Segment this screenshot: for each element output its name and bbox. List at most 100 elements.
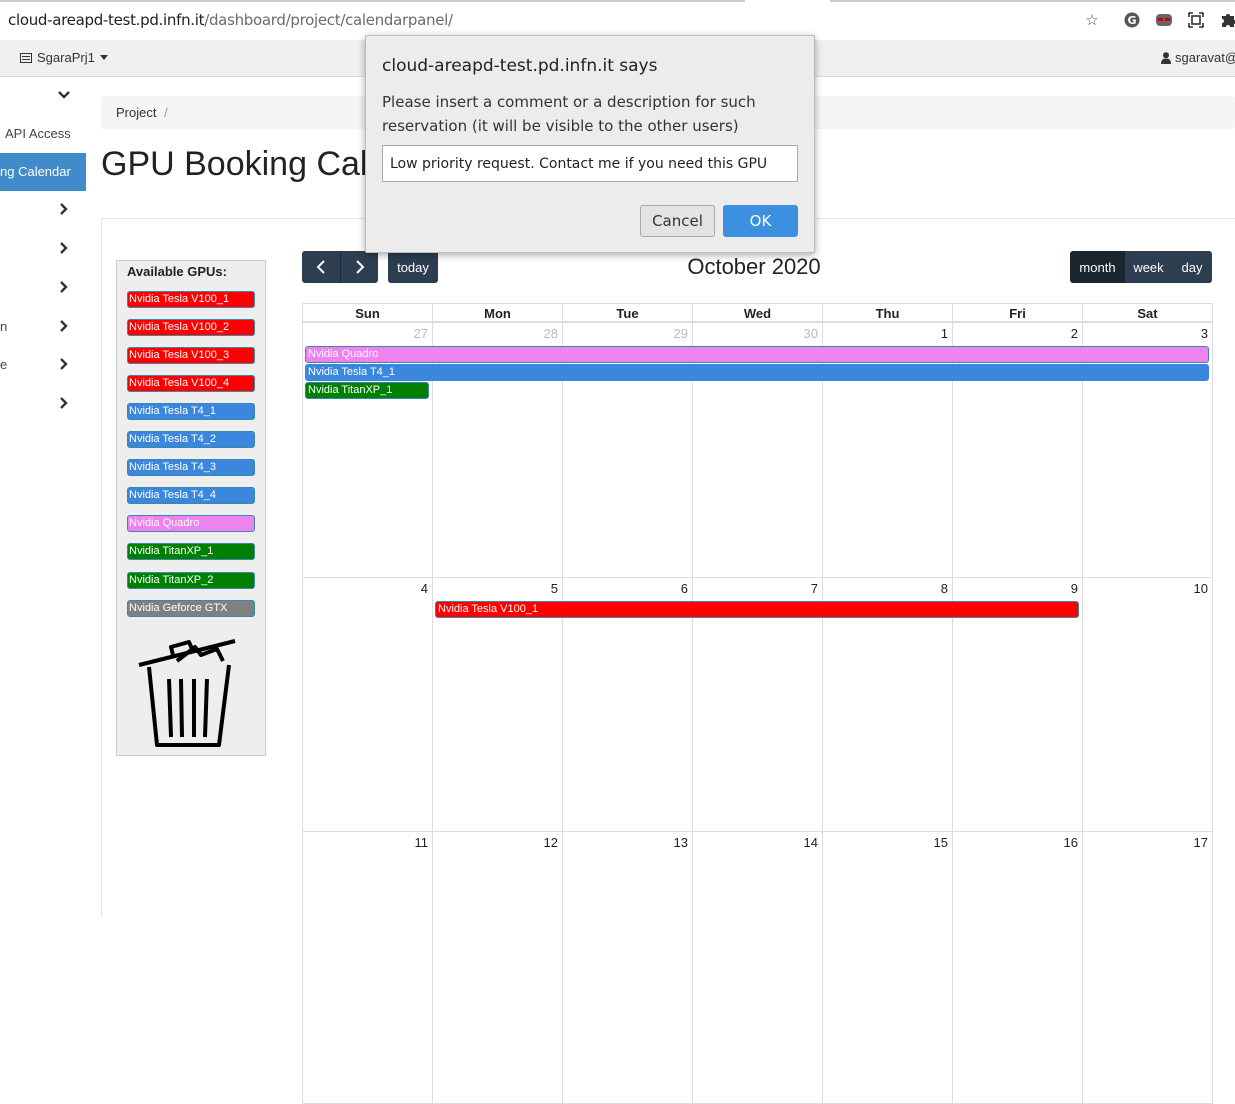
comment-input[interactable] xyxy=(382,145,798,182)
sidebar-item-section[interactable] xyxy=(0,191,86,229)
next-month-button[interactable] xyxy=(340,251,378,283)
day-number: 5 xyxy=(550,581,558,596)
tab-edge xyxy=(830,0,1235,2)
weekday-header: Mon xyxy=(432,303,563,322)
gpu-item[interactable]: Nvidia Geforce GTX xyxy=(127,600,255,617)
svg-text:G: G xyxy=(1127,14,1136,27)
day-cell[interactable]: 11 xyxy=(302,831,433,1104)
reservation-event[interactable]: Nvidia Tesla T4_1 xyxy=(305,364,1209,381)
day-number: 29 xyxy=(673,326,688,341)
gpu-item[interactable]: Nvidia Tesla T4_2 xyxy=(127,431,255,448)
gpu-item[interactable]: Nvidia Tesla T4_1 xyxy=(127,403,255,420)
day-cell[interactable]: 14 xyxy=(692,831,823,1104)
weekday-header: Fri xyxy=(952,303,1083,322)
gpu-item[interactable]: Nvidia Tesla T4_4 xyxy=(127,487,255,504)
project-list-icon xyxy=(20,52,32,63)
gpu-item[interactable]: Nvidia Tesla V100_2 xyxy=(127,319,255,336)
extension-g-icon[interactable]: G xyxy=(1122,10,1142,30)
ok-button[interactable]: OK xyxy=(723,205,798,237)
chevron-right-icon xyxy=(60,358,68,370)
trash-icon[interactable] xyxy=(137,639,241,751)
available-gpus-title: Available GPUs: xyxy=(127,264,227,279)
day-number: 4 xyxy=(420,581,428,596)
day-number: 6 xyxy=(680,581,688,596)
project-name: SgaraPrj1 xyxy=(37,50,95,65)
sidebar-item-section[interactable]: e xyxy=(0,346,86,384)
day-number: 15 xyxy=(933,835,948,850)
reservation-event[interactable]: Nvidia TitanXP_1 xyxy=(305,382,429,399)
day-cell[interactable]: 12 xyxy=(432,831,563,1104)
incognito-extension-icon[interactable] xyxy=(1154,10,1174,30)
gpu-item[interactable]: Nvidia Tesla T4_3 xyxy=(127,459,255,476)
user-menu[interactable]: sgaravat@ xyxy=(1161,50,1235,65)
view-week-button[interactable]: week xyxy=(1125,251,1172,283)
day-number: 28 xyxy=(543,326,558,341)
day-number: 3 xyxy=(1200,326,1208,341)
cancel-button[interactable]: Cancel xyxy=(640,205,715,237)
address-bar[interactable]: cloud-areapd-test.pd.infn.it/dashboard/p… xyxy=(8,11,453,29)
reservation-event[interactable]: Nvidia Quadro xyxy=(305,346,1209,363)
day-number: 27 xyxy=(413,326,428,341)
sidebar-item-label: n xyxy=(0,319,8,334)
day-cell[interactable]: 16 xyxy=(952,831,1083,1104)
day-number: 17 xyxy=(1193,835,1208,850)
sidebar-item-booking-calendar[interactable]: ng Calendar xyxy=(0,153,86,191)
day-number: 8 xyxy=(940,581,948,596)
weekday-header: Sat xyxy=(1082,303,1213,322)
bookmark-star-icon[interactable]: ☆ xyxy=(1082,10,1102,30)
url-path: /dashboard/project/calendarpanel/ xyxy=(204,11,453,29)
screenshot-icon[interactable] xyxy=(1186,10,1206,30)
day-number: 1 xyxy=(940,326,948,341)
sidebar-item-section[interactable] xyxy=(0,230,86,268)
day-number: 30 xyxy=(803,326,818,341)
chevron-right-icon xyxy=(60,203,68,215)
chevron-right-icon xyxy=(60,397,68,409)
available-gpus-box: Available GPUs: Nvidia Tesla V100_1 Nvidi… xyxy=(116,260,266,756)
chevron-down-icon xyxy=(58,91,70,99)
reservation-event[interactable]: Nvidia Tesla V100_1 xyxy=(435,601,1079,618)
prev-month-button[interactable] xyxy=(302,251,340,283)
view-day-button[interactable]: day xyxy=(1172,251,1212,283)
url-host: cloud-areapd-test.pd.infn.it xyxy=(8,11,205,29)
gpu-item[interactable]: Nvidia TitanXP_1 xyxy=(127,543,255,560)
browser-toolbar: cloud-areapd-test.pd.infn.it/dashboard/p… xyxy=(0,0,1235,40)
today-button[interactable]: today xyxy=(388,251,438,283)
day-number: 13 xyxy=(673,835,688,850)
gpu-item[interactable]: Nvidia TitanXP_2 xyxy=(127,572,255,589)
day-number: 9 xyxy=(1070,581,1078,596)
chevron-right-icon xyxy=(60,242,68,254)
sidebar-item-api-access[interactable]: API Access xyxy=(0,115,86,153)
sidebar-item-section[interactable] xyxy=(0,269,86,307)
view-month-button[interactable]: month xyxy=(1070,251,1125,283)
sidebar-item-label: API Access xyxy=(5,126,71,141)
sidebar-item-section[interactable]: n xyxy=(0,308,86,346)
day-number: 16 xyxy=(1063,835,1078,850)
day-number: 2 xyxy=(1070,326,1078,341)
gpu-item[interactable]: Nvidia Tesla V100_4 xyxy=(127,375,255,392)
chevron-right-icon xyxy=(355,260,364,274)
day-cell[interactable]: 17 xyxy=(1082,831,1213,1104)
sidebar-item-section[interactable] xyxy=(0,385,86,423)
weekday-header: Tue xyxy=(562,303,693,322)
breadcrumb-project-link[interactable]: Project xyxy=(116,105,156,120)
gpu-item[interactable]: Nvidia Tesla V100_1 xyxy=(127,291,255,308)
gpu-item[interactable]: Nvidia Quadro xyxy=(127,515,255,532)
extensions-puzzle-icon[interactable] xyxy=(1218,10,1235,30)
day-cell[interactable]: 4 xyxy=(302,577,433,832)
weekday-header: Thu xyxy=(822,303,953,322)
day-number: 10 xyxy=(1193,581,1208,596)
month-calendar-grid: Sun Mon Tue Wed Thu Fri Sat 27 28 29 30 1 2 3 4 5 6 7 8 9 10… xyxy=(302,303,1213,1104)
day-number: 14 xyxy=(803,835,818,850)
weekday-header: Wed xyxy=(692,303,823,322)
gpu-item[interactable]: Nvidia Tesla V100_3 xyxy=(127,347,255,364)
project-selector[interactable]: SgaraPrj1 xyxy=(20,50,108,65)
day-cell[interactable]: 10 xyxy=(1082,577,1213,832)
sidebar: API Access ng Calendar n e xyxy=(0,77,86,909)
prompt-dialog: cloud-areapd-test.pd.infn.it says Please… xyxy=(365,35,815,253)
day-cell[interactable]: 15 xyxy=(822,831,953,1104)
caret-down-icon xyxy=(99,55,108,60)
chevron-right-icon xyxy=(60,320,68,332)
sidebar-collapse-row[interactable] xyxy=(0,77,86,115)
day-cell[interactable]: 13 xyxy=(562,831,693,1104)
dialog-message: Please insert a comment or a description… xyxy=(382,93,756,135)
